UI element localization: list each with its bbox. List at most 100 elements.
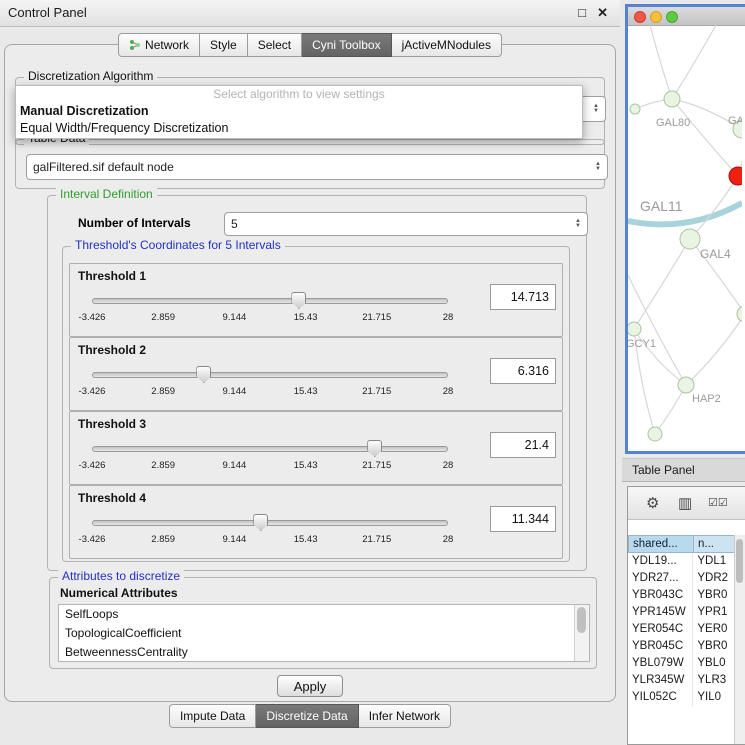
network-node[interactable] [664,91,680,107]
dropdown-option-equal-width[interactable]: Equal Width/Frequency Discretization [16,120,582,137]
table-row[interactable]: YIL052CYIL0 [628,689,735,706]
table-row[interactable]: YPR145WYPR1 [628,604,735,621]
number-of-intervals-combobox[interactable]: 5 ▲▼ [224,212,588,236]
table-row[interactable]: YBL079WYBL0 [628,655,735,672]
table-row[interactable]: YER054CYER0 [628,621,735,638]
panel-frame: Discretization Algorithm Select algorith… [4,44,616,702]
tick-label: 15.43 [294,534,318,545]
control-panel-window: Control Panel □ ✕ Discretization Algorit… [0,0,620,745]
threshold-value-input[interactable] [490,506,556,532]
threshold-value-input[interactable] [490,358,556,384]
network-canvas[interactable]: GAL80GAGAL11GAL4GCY1HAP2 [628,25,742,451]
table-row[interactable]: YBR045CYBR0 [628,638,735,655]
attribute-item[interactable]: TopologicalCoefficient [59,624,589,643]
network-node-label: GA [728,115,742,127]
attributes-group: Attributes to discretize Numerical Attri… [49,577,597,669]
tick-label: -3.426 [79,386,106,397]
table-cell: YIL052C [628,689,693,706]
tick-label: 9.144 [223,312,247,323]
network-node-selected-red[interactable] [729,167,742,185]
network-edge [672,99,738,176]
slider-ticks: -3.4262.8599.14415.4321.71528 [92,534,448,546]
attribute-item[interactable]: BetweennessCentrality [59,643,589,662]
minimize-traffic-light[interactable] [650,11,662,23]
apply-button[interactable]: Apply [277,675,343,697]
dropdown-placeholder-item[interactable]: Select algorithm to view settings [16,86,582,103]
tab-infer-network[interactable]: Infer Network [359,704,451,728]
tab-network[interactable]: Network [118,33,200,57]
table-data-combobox[interactable]: galFiltered.sif default node ▲▼ [26,154,608,180]
combo-stepper-icon[interactable]: ▲▼ [589,162,601,172]
tick-label: 15.43 [294,312,318,323]
tab-jactivemnodules[interactable]: jActiveMNodules [392,33,502,57]
tab-label: jActiveMNodules [402,38,491,52]
tick-label: 2.859 [151,534,175,545]
combo-stepper-icon[interactable]: ▲▼ [587,104,599,114]
tab-label: Discretize Data [266,709,347,723]
threshold-value-input[interactable] [490,432,556,458]
gear-icon[interactable]: ⚙ [646,494,659,512]
table-row[interactable]: YDR27...YDR2 [628,570,735,587]
scrollbar-thumb[interactable] [577,607,586,633]
tab-cyni-toolbox[interactable]: Cyni Toolbox [302,33,391,57]
table-cell: YDL19... [628,553,693,570]
attributes-scrollbar[interactable] [574,605,589,661]
table-cell: YDL1 [693,553,735,570]
slider-track[interactable] [92,520,448,526]
network-node[interactable] [648,427,662,441]
numerical-attributes-list[interactable]: SelfLoopsTopologicalCoefficientBetweenne… [58,604,590,662]
attributes-group-title: Attributes to discretize [58,569,184,583]
close-icon[interactable]: ✕ [597,0,608,26]
threshold-slider[interactable] [92,366,448,382]
threshold-slider[interactable] [92,292,448,308]
table-cell: YDR27... [628,570,693,587]
table-data-group: Table Data galFiltered.sif default node … [15,139,605,189]
tab-discretize-data[interactable]: Discretize Data [256,704,358,728]
table-scrollbar[interactable] [734,535,745,744]
threshold-label: Threshold 2 [78,343,146,357]
slider-thumb[interactable] [196,366,211,383]
combo-stepper-icon[interactable]: ▲▼ [569,219,581,229]
tab-label: Cyni Toolbox [312,38,380,52]
tab-select[interactable]: Select [248,33,302,57]
network-node[interactable] [680,229,700,249]
network-node-label: GAL4 [700,247,731,261]
threshold-label: Threshold 1 [78,269,146,283]
close-traffic-light[interactable] [634,11,646,23]
slider-thumb[interactable] [367,440,382,457]
network-node[interactable] [678,377,694,393]
tab-label: Impute Data [180,709,245,723]
tab-impute-data[interactable]: Impute Data [169,704,256,728]
attribute-item[interactable]: SelfLoops [59,605,589,624]
column-header-shared-name[interactable]: shared... [628,535,694,553]
float-window-icon[interactable]: □ [578,0,586,26]
threshold-label: Threshold 3 [78,417,146,431]
columns-icon[interactable]: ▥ [678,494,692,512]
table-cell: YPR1 [693,604,735,621]
network-node[interactable] [737,306,742,322]
table-cell: YBL0 [693,655,735,672]
table-panel-title: Table Panel [632,459,695,481]
table-row[interactable]: YDL19...YDL1 [628,553,735,570]
threshold-slider[interactable] [92,440,448,456]
network-canvas-container: GAL80GAGAL11GAL4GCY1HAP2 [628,25,745,451]
table-row[interactable]: YLR345WYLR3 [628,672,735,689]
slider-thumb[interactable] [253,514,268,531]
slider-track[interactable] [92,372,448,378]
network-node[interactable] [628,322,641,336]
slider-thumb[interactable] [291,292,306,309]
column-header-name[interactable]: n... [694,535,736,553]
slider-track[interactable] [92,446,448,452]
tab-style[interactable]: Style [200,33,248,57]
network-node[interactable] [630,104,640,114]
table-row[interactable]: YBR043CYBR0 [628,587,735,604]
zoom-traffic-light[interactable] [666,11,678,23]
dropdown-option-manual-discretization[interactable]: Manual Discretization [16,103,582,120]
slider-track[interactable] [92,298,448,304]
network-edge [686,314,742,385]
row-selection-icons[interactable]: ☑☑ [708,496,728,509]
threshold-slider[interactable] [92,514,448,530]
network-edge [672,25,716,99]
threshold-value-input[interactable] [490,284,556,310]
scrollbar-thumb[interactable] [736,539,743,583]
